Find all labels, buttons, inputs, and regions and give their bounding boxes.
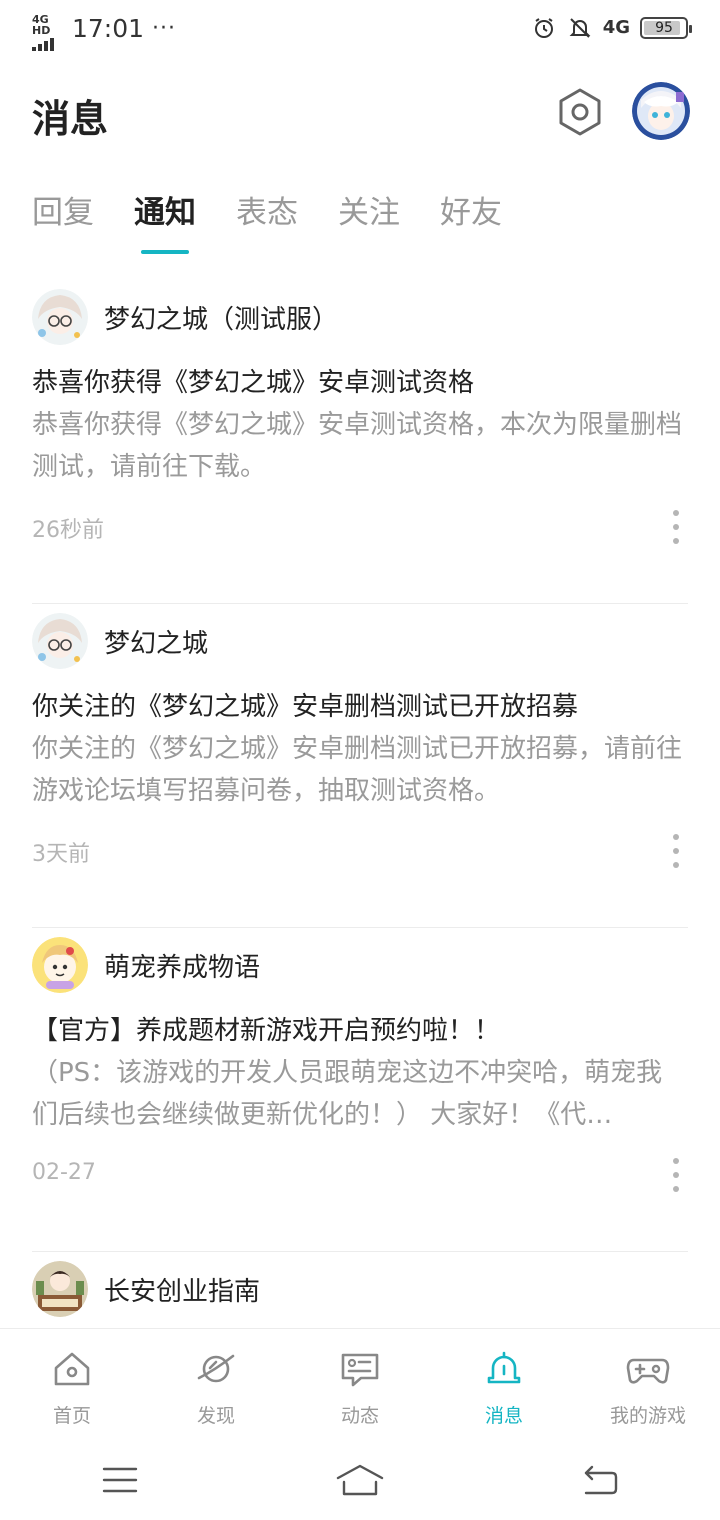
notification-list: 梦幻之城（测试服） 恭喜你获得《梦幻之城》安卓测试资格 恭喜你获得《梦幻之城》安… [32,280,688,1332]
tab-label: 关注 [338,195,400,231]
nav-messages[interactable]: 消息 [432,1329,576,1438]
settings-hexagon-icon [559,88,601,136]
nav-home[interactable]: 首页 [0,1329,144,1438]
tab-reactions[interactable]: 表态 [236,190,298,254]
bottom-navigation: 首页 发现 动态 消息 我的游戏 [0,1328,720,1438]
message-tabs: 回复 通知 表态 关注 好友 [32,190,502,260]
signal-icon: 4G HD [32,13,66,51]
clock-time: 17:01 [72,13,145,43]
tab-notifications[interactable]: 通知 [134,190,196,254]
bell-icon [482,1347,526,1391]
settings-button[interactable] [552,84,608,140]
nav-my-games[interactable]: 我的游戏 [576,1329,720,1438]
mute-bell-icon [567,15,593,41]
active-tab-indicator [141,250,189,254]
notification-body: 你关注的《梦幻之城》安卓删档测试已开放招募，请前往游戏论坛填写招募问卷，抽取测试… [32,734,683,806]
back-button[interactable] [560,1455,640,1505]
home-outline-icon [336,1464,384,1496]
system-navigation-bar [0,1440,720,1520]
network-type-label: 4G HD [32,13,51,37]
home-button[interactable] [320,1455,400,1505]
feed-message-icon [338,1347,382,1391]
nav-label: 首页 [52,1405,91,1427]
tab-follows[interactable]: 关注 [338,190,400,254]
battery-icon: 95 [640,17,692,39]
notification-body: 恭喜你获得《梦幻之城》安卓测试资格，本次为限量删档测试，请前往下载。 [32,410,683,482]
tab-label: 好友 [440,195,502,231]
nav-discover[interactable]: 发现 [144,1329,288,1438]
discover-planet-icon [194,1347,238,1391]
notification-body: （PS：该游戏的开发人员跟萌宠这边不冲突哈，萌宠我们后续也会继续做更新优化的！）… [32,1058,663,1130]
notification-time: 02-27 [32,1160,96,1185]
tab-replies[interactable]: 回复 [32,190,94,254]
sender-avatar[interactable] [32,289,88,345]
nav-feed[interactable]: 动态 [288,1329,432,1438]
menu-lines-icon [102,1467,138,1493]
menu-button[interactable] [80,1455,160,1505]
gamepad-icon [626,1347,670,1391]
notification-title: 你关注的《梦幻之城》安卓删档测试已开放招募 [32,692,579,722]
notification-card[interactable]: 梦幻之城（测试服） 恭喜你获得《梦幻之城》安卓测试资格 恭喜你获得《梦幻之城》安… [32,280,688,604]
back-arrow-icon [584,1465,618,1495]
header: 消息 [0,72,720,162]
sender-name: 梦幻之城 [104,628,209,659]
page-title: 消息 [32,97,109,141]
tab-label: 通知 [134,195,196,231]
notification-card[interactable]: 长安创业指南 [32,1252,688,1332]
nav-label: 消息 [484,1405,523,1427]
more-options-icon[interactable] [666,834,686,868]
sender-name: 长安创业指南 [104,1276,261,1307]
nav-label: 动态 [340,1405,379,1427]
status-bar: 4G HD 17:01 ··· 4G 95 [0,0,720,60]
notification-title: 【官方】养成题材新游戏开启预约啦！！ [32,1016,501,1046]
notification-card[interactable]: 萌宠养成物语 【官方】养成题材新游戏开启预约啦！！ （PS：该游戏的开发人员跟萌… [32,928,688,1252]
nav-label: 发现 [196,1405,235,1427]
tab-friends[interactable]: 好友 [440,190,502,254]
notification-card[interactable]: 梦幻之城 你关注的《梦幻之城》安卓删档测试已开放招募 你关注的《梦幻之城》安卓删… [32,604,688,928]
more-notifications-indicator: ··· [152,15,177,41]
sender-name: 梦幻之城（测试服） [104,304,339,335]
cellular-icon: 4G [602,17,630,38]
more-options-icon[interactable] [666,510,686,544]
notification-time: 26秒前 [32,518,104,543]
sender-avatar[interactable] [32,937,88,993]
notification-title: 恭喜你获得《梦幻之城》安卓测试资格 [32,368,475,398]
alarm-icon [531,15,557,41]
tab-label: 回复 [32,195,94,231]
nav-label: 我的游戏 [609,1405,686,1427]
sender-avatar[interactable] [32,613,88,669]
battery-level: 95 [655,20,673,36]
notification-time: 3天前 [32,842,90,867]
more-options-icon[interactable] [666,1158,686,1192]
sender-avatar[interactable] [32,1261,88,1317]
home-icon [50,1347,94,1391]
tab-label: 表态 [236,195,298,231]
user-avatar[interactable] [632,82,690,140]
sender-name: 萌宠养成物语 [104,952,261,983]
